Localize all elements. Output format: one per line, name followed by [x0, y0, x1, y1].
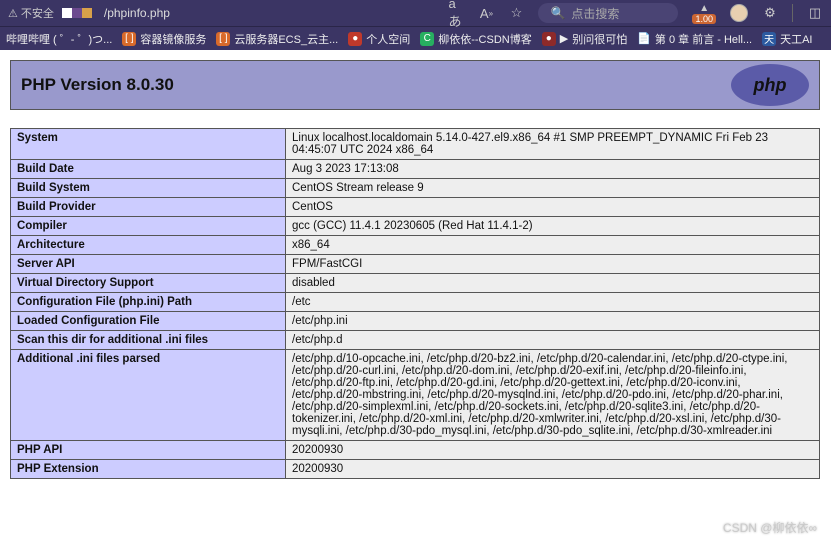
phpinfo-container: PHP Version 8.0.30 php SystemLinux local… — [10, 60, 820, 479]
bookmark-item[interactable]: 📄 第 0 章 前言 - Hell... — [637, 31, 752, 47]
bookmark-item[interactable]: ● ▶ 别问很可怕 — [542, 31, 627, 47]
badge-value: 1.00 — [692, 14, 716, 24]
profile-avatar[interactable] — [730, 4, 748, 22]
divider — [792, 4, 793, 22]
bookmark-label: 别问很可怕 — [572, 31, 627, 47]
table-row: PHP API20200930 — [11, 441, 820, 460]
info-key: Architecture — [11, 236, 286, 255]
info-key: Build Provider — [11, 198, 286, 217]
phpinfo-header: PHP Version 8.0.30 php — [10, 60, 820, 110]
table-row: Loaded Configuration File/etc/php.ini — [11, 312, 820, 331]
page-title: PHP Version 8.0.30 — [21, 75, 174, 95]
table-row: Build DateAug 3 2023 17:13:08 — [11, 160, 820, 179]
info-key: System — [11, 129, 286, 160]
info-value: /etc/php.ini — [286, 312, 820, 331]
info-value: 20200930 — [286, 441, 820, 460]
table-row: SystemLinux localhost.localdomain 5.14.0… — [11, 129, 820, 160]
watermark: CSDN @柳依依∞ — [723, 519, 817, 536]
info-value: 20200930 — [286, 460, 820, 479]
bookmark-label: 天工AI — [780, 31, 812, 47]
security-label: 不安全 — [21, 5, 54, 21]
info-key: PHP API — [11, 441, 286, 460]
php-logo: php — [731, 64, 809, 106]
tab-color-indicator — [62, 8, 92, 18]
info-key: Loaded Configuration File — [11, 312, 286, 331]
bookmark-label: 哔哩哔哩 ( ゜- ゜)つ... — [6, 31, 112, 47]
security-indicator[interactable]: ⚠ 不安全 — [8, 5, 54, 21]
table-row: Additional .ini files parsed/etc/php.d/1… — [11, 350, 820, 441]
info-value: gcc (GCC) 11.4.1 20230605 (Red Hat 11.4.… — [286, 217, 820, 236]
warning-icon: ⚠ — [8, 7, 18, 20]
info-value: /etc/php.d/10-opcache.ini, /etc/php.d/20… — [286, 350, 820, 441]
info-key: Build System — [11, 179, 286, 198]
bookmark-item[interactable]: [ ] 云服务器ECS_云主... — [216, 31, 338, 47]
search-placeholder: 点击搜索 — [571, 5, 619, 22]
info-value: disabled — [286, 274, 820, 293]
info-key: Build Date — [11, 160, 286, 179]
bookmark-label: 容器镜像服务 — [140, 31, 206, 47]
bookmark-item[interactable]: ● 个人空间 — [348, 31, 410, 47]
bookmark-label: 第 0 章 前言 - Hell... — [655, 31, 752, 47]
bookmark-item[interactable]: C 柳依依--CSDN博客 — [420, 31, 532, 47]
table-row: Scan this dir for additional .ini files/… — [11, 331, 820, 350]
info-value: CentOS — [286, 198, 820, 217]
phpinfo-table: SystemLinux localhost.localdomain 5.14.0… — [10, 128, 820, 479]
info-key: Additional .ini files parsed — [11, 350, 286, 441]
bookmark-icon: 天 — [762, 32, 776, 46]
info-value: Linux localhost.localdomain 5.14.0-427.e… — [286, 129, 820, 160]
info-value: CentOS Stream release 9 — [286, 179, 820, 198]
bookmark-label: 云服务器ECS_云主... — [234, 31, 338, 47]
play-icon: ▶ — [560, 32, 568, 45]
bookmark-icon: 📄 — [637, 32, 651, 45]
bookmark-label: 个人空间 — [366, 31, 410, 47]
table-row: Build ProviderCentOS — [11, 198, 820, 217]
info-value: FPM/FastCGI — [286, 255, 820, 274]
table-row: Configuration File (php.ini) Path/etc — [11, 293, 820, 312]
bookmarks-bar: 哔哩哔哩 ( ゜- ゜)つ... [ ] 容器镜像服务 [ ] 云服务器ECS_云主..… — [0, 26, 831, 50]
bookmark-icon: ● — [542, 32, 556, 46]
sidebar-toggle-icon[interactable]: ◫ — [807, 5, 823, 21]
table-row: Architecturex86_64 — [11, 236, 820, 255]
url-text[interactable]: /phpinfo.php — [104, 6, 170, 20]
table-row: Virtual Directory Supportdisabled — [11, 274, 820, 293]
reader-mode-icon[interactable]: aあ — [448, 5, 464, 21]
info-key: Scan this dir for additional .ini files — [11, 331, 286, 350]
table-row: Compilergcc (GCC) 11.4.1 20230605 (Red H… — [11, 217, 820, 236]
favorite-icon[interactable]: ☆ — [508, 5, 524, 21]
table-row: Build SystemCentOS Stream release 9 — [11, 179, 820, 198]
info-key: Configuration File (php.ini) Path — [11, 293, 286, 312]
search-input[interactable]: 🔍 点击搜索 — [538, 3, 678, 23]
bookmark-icon: ● — [348, 32, 362, 46]
info-key: Virtual Directory Support — [11, 274, 286, 293]
info-value: /etc/php.d — [286, 331, 820, 350]
bookmark-icon: [ ] — [122, 32, 136, 46]
bookmark-item[interactable]: [ ] 容器镜像服务 — [122, 31, 206, 47]
info-value: Aug 3 2023 17:13:08 — [286, 160, 820, 179]
table-row: Server APIFPM/FastCGI — [11, 255, 820, 274]
info-value: /etc — [286, 293, 820, 312]
info-key: Server API — [11, 255, 286, 274]
text-size-icon[interactable]: A» — [478, 5, 494, 21]
bookmark-label: 柳依依--CSDN博客 — [438, 31, 532, 47]
browser-address-bar: ⚠ 不安全 /phpinfo.php aあ A» ☆ 🔍 点击搜索 ▲ 1.00… — [0, 0, 831, 26]
bookmark-icon: [ ] — [216, 32, 230, 46]
bookmark-item[interactable]: 哔哩哔哩 ( ゜- ゜)つ... — [6, 31, 112, 47]
info-key: Compiler — [11, 217, 286, 236]
search-icon: 🔍 — [550, 6, 565, 20]
extension-badge[interactable]: ▲ 1.00 — [692, 3, 716, 24]
bookmark-icon: C — [420, 32, 434, 46]
php-logo-text: php — [754, 75, 787, 96]
info-value: x86_64 — [286, 236, 820, 255]
info-key: PHP Extension — [11, 460, 286, 479]
page-content: PHP Version 8.0.30 php SystemLinux local… — [0, 50, 831, 479]
settings-icon[interactable]: ⚙ — [762, 5, 778, 21]
table-row: PHP Extension20200930 — [11, 460, 820, 479]
bookmark-item[interactable]: 天天工AI — [762, 31, 812, 47]
